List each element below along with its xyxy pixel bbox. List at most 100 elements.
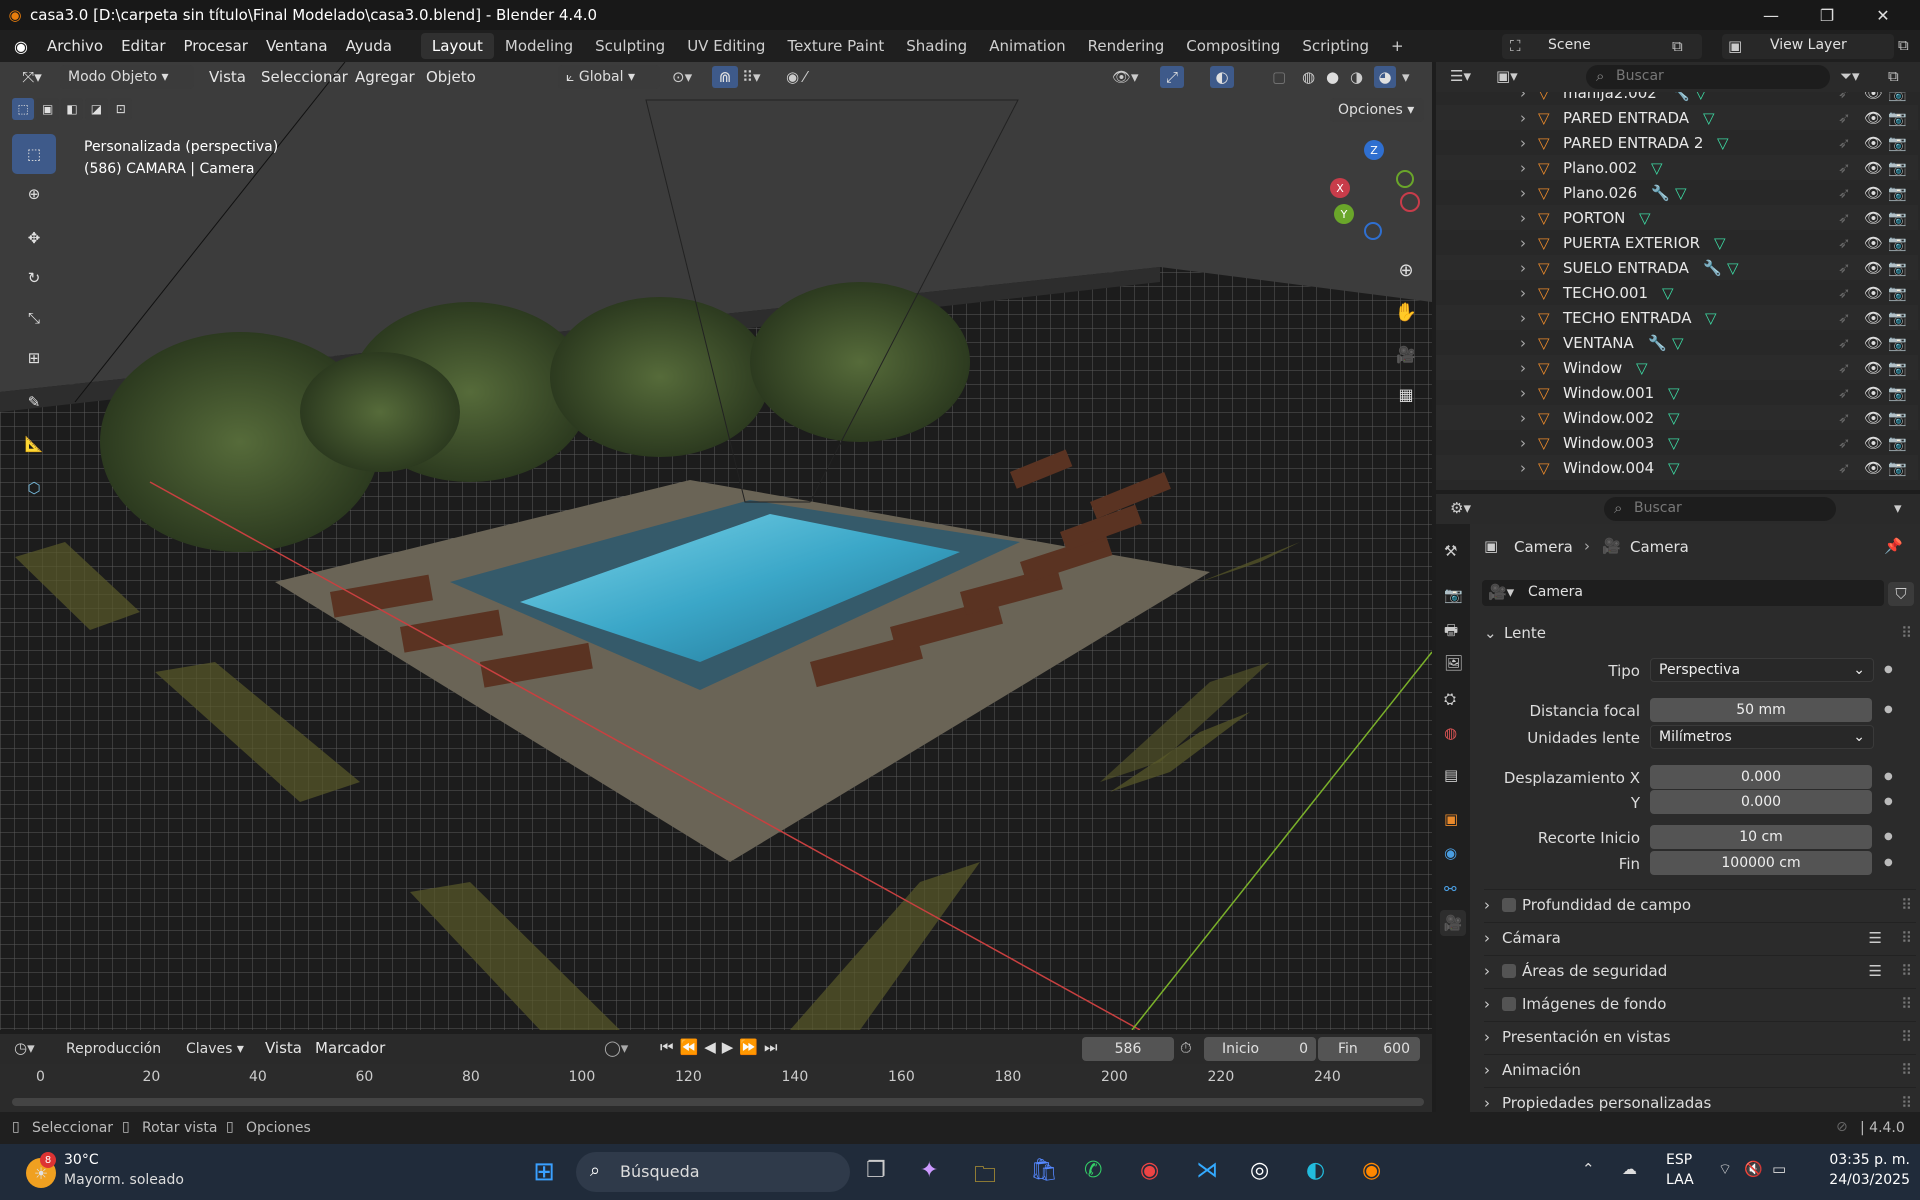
render-camera-icon[interactable]: 📷 bbox=[1888, 384, 1907, 402]
gizmo-neg-z-axis[interactable] bbox=[1364, 222, 1382, 240]
outliner-row[interactable]: › ▽ PUERTA EXTERIOR ▽ ➶ 👁 📷 bbox=[1436, 230, 1918, 255]
selectable-icon[interactable]: ➶ bbox=[1838, 209, 1851, 227]
tab-scripting[interactable]: Scripting bbox=[1291, 33, 1380, 59]
scene-selector[interactable]: ⛶ Scene ⧉ bbox=[1502, 34, 1702, 59]
outliner-row[interactable]: › ▽ VENTANA 🔧 ▽ ➶ 👁 📷 bbox=[1436, 330, 1918, 355]
editor-type-icon[interactable]: ⤧▾ bbox=[12, 66, 52, 88]
move-tool-icon[interactable]: ✥ bbox=[12, 218, 56, 258]
pan-hand-icon[interactable]: ✋ bbox=[1392, 298, 1420, 326]
eye-icon[interactable]: 👁 bbox=[1864, 109, 1883, 127]
snap-icon[interactable]: ⋒ bbox=[712, 66, 738, 88]
outliner-row[interactable]: › ▽ PARED ENTRADA 2 ▽ ➶ 👁 📷 bbox=[1436, 130, 1918, 155]
new-scene-icon[interactable]: ⧉ bbox=[1672, 37, 1683, 55]
eye-icon[interactable]: 👁 bbox=[1864, 92, 1883, 102]
outliner-row[interactable]: › ▽ PORTON ▽ ➶ 👁 📷 bbox=[1436, 205, 1918, 230]
wifi-icon[interactable]: ⌔ bbox=[1718, 1160, 1732, 1179]
timeline-editor-icon[interactable]: ◷▾ bbox=[14, 1039, 35, 1057]
gizmo-z-axis[interactable]: Z bbox=[1364, 140, 1384, 160]
selectable-icon[interactable]: ➶ bbox=[1838, 109, 1851, 127]
expand-chevron-icon[interactable]: › bbox=[1520, 209, 1526, 227]
object-tab-icon[interactable]: ▣ bbox=[1444, 810, 1458, 828]
battery-icon[interactable]: ▭ bbox=[1772, 1160, 1786, 1178]
select-menu[interactable]: Seleccionar bbox=[252, 68, 357, 86]
selectable-icon[interactable]: ➶ bbox=[1838, 359, 1851, 377]
keyframe-dot-icon[interactable]: ● bbox=[1884, 831, 1893, 842]
panel-header-0[interactable]: › Profundidad de campo ⠿ bbox=[1484, 889, 1916, 919]
eye-icon[interactable]: 👁 bbox=[1864, 384, 1883, 402]
object-menu[interactable]: Objeto bbox=[417, 68, 485, 86]
selectable-icon[interactable]: ➶ bbox=[1838, 409, 1851, 427]
selectable-icon[interactable]: ➶ bbox=[1838, 92, 1851, 102]
panel-header-3[interactable]: › Imágenes de fondo ⠿ bbox=[1484, 988, 1916, 1018]
perspective-toggle-icon[interactable]: ▦ bbox=[1392, 380, 1420, 408]
tab-rendering[interactable]: Rendering bbox=[1077, 33, 1176, 59]
blender-taskbar-icon[interactable]: ◉ bbox=[1362, 1158, 1381, 1183]
outliner-row[interactable]: › ▽ Plano.026 🔧 ▽ ➶ 👁 📷 bbox=[1436, 180, 1918, 205]
select-box-tool-icon[interactable]: ⬚ bbox=[12, 134, 56, 174]
eye-icon[interactable]: 👁 bbox=[1864, 434, 1883, 452]
outliner-row[interactable]: › ▽ TECHO.001 ▽ ➶ 👁 📷 bbox=[1436, 280, 1918, 305]
menu-ventana[interactable]: Ventana bbox=[257, 37, 337, 55]
drag-handle-icon[interactable]: ⠿ bbox=[1901, 624, 1912, 642]
minimize-button[interactable]: — bbox=[1743, 0, 1799, 30]
drag-handle-icon[interactable]: ⠿ bbox=[1901, 1061, 1912, 1079]
outliner-row[interactable]: › ▽ Window.002 ▽ ➶ 👁 📷 bbox=[1436, 405, 1918, 430]
copilot-icon[interactable]: ✦ bbox=[920, 1158, 938, 1183]
maximize-button[interactable]: ❐ bbox=[1799, 0, 1855, 30]
tipo-dropdown[interactable]: Perspectiva ⌄ bbox=[1650, 658, 1874, 682]
gizmo-toggle-icon[interactable]: ⤢ bbox=[1160, 66, 1184, 88]
properties-editor-icon[interactable]: ⚙▾ bbox=[1450, 499, 1471, 517]
shift-y-field[interactable]: 0.000 bbox=[1650, 790, 1872, 814]
start-frame-field[interactable]: Inicio 0 bbox=[1204, 1037, 1316, 1061]
camera-data-tab-icon[interactable]: 🎥 bbox=[1440, 910, 1466, 936]
add-cube-tool-icon[interactable]: ⬡ bbox=[12, 468, 56, 508]
panel-header-1[interactable]: › Cámara ☰ ⠿ bbox=[1484, 922, 1916, 952]
eye-icon[interactable]: 👁 bbox=[1864, 409, 1883, 427]
timeline-scrollbar[interactable] bbox=[12, 1098, 1424, 1106]
outliner-row[interactable]: › ▽ manija2.002 🔧 ▽ ➶ 👁 📷 bbox=[1436, 92, 1918, 105]
menu-ayuda[interactable]: Ayuda bbox=[337, 37, 401, 55]
solid-shading-icon[interactable]: ● bbox=[1326, 68, 1339, 86]
keyframe-dot-icon[interactable]: ● bbox=[1884, 664, 1893, 675]
next-keyframe-icon[interactable]: ⏩ bbox=[739, 1038, 764, 1056]
blender-menu-icon[interactable]: ◉ bbox=[4, 37, 38, 56]
annotate-tool-icon[interactable]: ✎ bbox=[12, 382, 56, 422]
add-menu[interactable]: Agregar bbox=[346, 68, 424, 86]
current-frame-field[interactable]: 586 bbox=[1082, 1037, 1174, 1061]
selectable-icon[interactable]: ➶ bbox=[1838, 259, 1851, 277]
gizmo-neg-y-axis[interactable] bbox=[1396, 170, 1414, 188]
expand-chevron-icon[interactable]: › bbox=[1520, 109, 1526, 127]
expand-chevron-icon[interactable]: › bbox=[1520, 359, 1526, 377]
tab-shading[interactable]: Shading bbox=[895, 33, 978, 59]
keyframe-dot-icon[interactable]: ● bbox=[1884, 796, 1893, 807]
eye-icon[interactable]: 👁 bbox=[1864, 134, 1883, 152]
volume-mute-icon[interactable]: 🔇 bbox=[1744, 1160, 1763, 1178]
wireframe-shading-icon[interactable]: ◍ bbox=[1302, 68, 1315, 86]
panel-header-2[interactable]: › Áreas de seguridad ☰ ⠿ bbox=[1484, 955, 1916, 985]
select-extend-icon[interactable]: ▣ bbox=[36, 98, 59, 120]
view-layer-selector[interactable]: ▣ View Layer bbox=[1722, 34, 1894, 59]
select-subtract-icon[interactable]: ◧ bbox=[60, 98, 84, 120]
display-mode-icon[interactable]: ▣▾ bbox=[1496, 67, 1518, 85]
eye-icon[interactable]: 👁 bbox=[1864, 334, 1883, 352]
chrome-icon[interactable]: ◉ bbox=[1140, 1158, 1159, 1183]
expand-chevron-icon[interactable]: › bbox=[1520, 334, 1526, 352]
taskbar-search[interactable]: ⌕ Búsqueda bbox=[576, 1152, 850, 1192]
presets-list-icon[interactable]: ☰ bbox=[1869, 962, 1882, 980]
keying-menu[interactable]: Claves ▾ bbox=[178, 1037, 252, 1061]
gizmo-y-axis[interactable]: Y bbox=[1334, 204, 1354, 224]
properties-search-input[interactable]: ⌕ Buscar bbox=[1604, 497, 1836, 521]
outliner-item-name[interactable]: manija2.002 bbox=[1563, 92, 1657, 102]
expand-chevron-icon[interactable]: › bbox=[1520, 434, 1526, 452]
file-explorer-icon[interactable]: 🗀 bbox=[974, 1158, 996, 1196]
outliner-row[interactable]: › ▽ SUELO ENTRADA 🔧 ▽ ➶ 👁 📷 bbox=[1436, 255, 1918, 280]
navigation-gizmo[interactable]: Z X Y bbox=[1320, 140, 1420, 240]
timeline-view-menu[interactable]: Vista bbox=[256, 1039, 311, 1057]
menu-archivo[interactable]: Archivo bbox=[38, 37, 112, 55]
render-camera-icon[interactable]: 📷 bbox=[1888, 259, 1907, 277]
outliner-item-name[interactable]: PARED ENTRADA bbox=[1563, 109, 1689, 127]
selectable-icon[interactable]: ➶ bbox=[1838, 459, 1851, 477]
outliner-item-name[interactable]: Window.002 bbox=[1563, 409, 1654, 427]
outliner-item-name[interactable]: Window.003 bbox=[1563, 434, 1654, 452]
render-camera-icon[interactable]: 📷 bbox=[1888, 134, 1907, 152]
